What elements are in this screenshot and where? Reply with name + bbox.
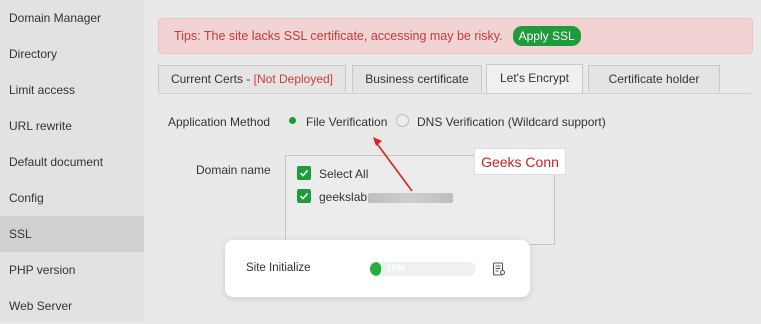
file-verification-radio[interactable] [286, 114, 299, 127]
check-icon [299, 192, 309, 200]
apply-ssl-button[interactable]: Apply SSL [512, 26, 581, 46]
watermark-annotation: Geeks Conn [474, 148, 566, 175]
redacted-domain [368, 193, 453, 203]
sidebar-item-web-server[interactable]: Web Server [0, 288, 144, 324]
alert-text: Tips: The site lacks SSL certificate, ac… [174, 29, 503, 43]
sidebar-item-default-document[interactable]: Default document [0, 144, 144, 180]
select-all-label[interactable]: Select All [319, 167, 368, 181]
application-method-label: Application Method [168, 115, 271, 129]
ssl-tabs: Current Certs - [Not Deployed] Business … [158, 64, 751, 94]
sidebar-item-ssl[interactable]: SSL [0, 216, 144, 252]
progress-fill [370, 262, 381, 276]
site-initialize-label: Site Initialize [246, 262, 311, 274]
file-verification-label[interactable]: File Verification [306, 115, 387, 129]
domain-name-label: Domain name [196, 163, 271, 177]
sidebar-item-url-rewrite[interactable]: URL rewrite [0, 108, 144, 144]
tab-current-certs-label: Current Certs - [170, 72, 254, 86]
select-all-checkbox[interactable] [297, 166, 311, 180]
sidebar-item-directory[interactable]: Directory [0, 36, 144, 72]
domain-checkbox[interactable] [297, 189, 311, 203]
tab-lets-encrypt[interactable]: Let's Encrypt [486, 64, 583, 93]
sidebar-item-domain-manager[interactable]: Domain Manager [0, 0, 144, 36]
initialize-progress-bar: 10% [370, 262, 476, 276]
annotation-text: Geeks Conn [481, 153, 559, 170]
log-document-icon[interactable] [492, 262, 506, 276]
dns-verification-label[interactable]: DNS Verification (Wildcard support) [417, 115, 606, 129]
ssl-warning-alert: Tips: The site lacks SSL certificate, ac… [158, 18, 753, 54]
tab-business-certificate[interactable]: Business certificate [352, 65, 482, 92]
progress-text: 10% [386, 263, 406, 273]
site-initialize-dialog: Site Initialize 10% [225, 240, 530, 297]
check-icon [299, 169, 309, 177]
not-deployed-status: [Not Deployed] [253, 72, 334, 86]
tab-current-certs[interactable]: Current Certs - [Not Deployed] [158, 65, 346, 92]
sidebar-item-limit-access[interactable]: Limit access [0, 72, 144, 108]
dns-verification-radio[interactable] [396, 114, 409, 127]
tab-certificate-holder[interactable]: Certificate holder [588, 65, 720, 92]
domain-label[interactable]: geekslab. [319, 190, 370, 204]
sidebar-item-config[interactable]: Config [0, 180, 144, 216]
sidebar: Domain Manager Directory Limit access UR… [0, 0, 144, 322]
sidebar-item-php-version[interactable]: PHP version [0, 252, 144, 288]
